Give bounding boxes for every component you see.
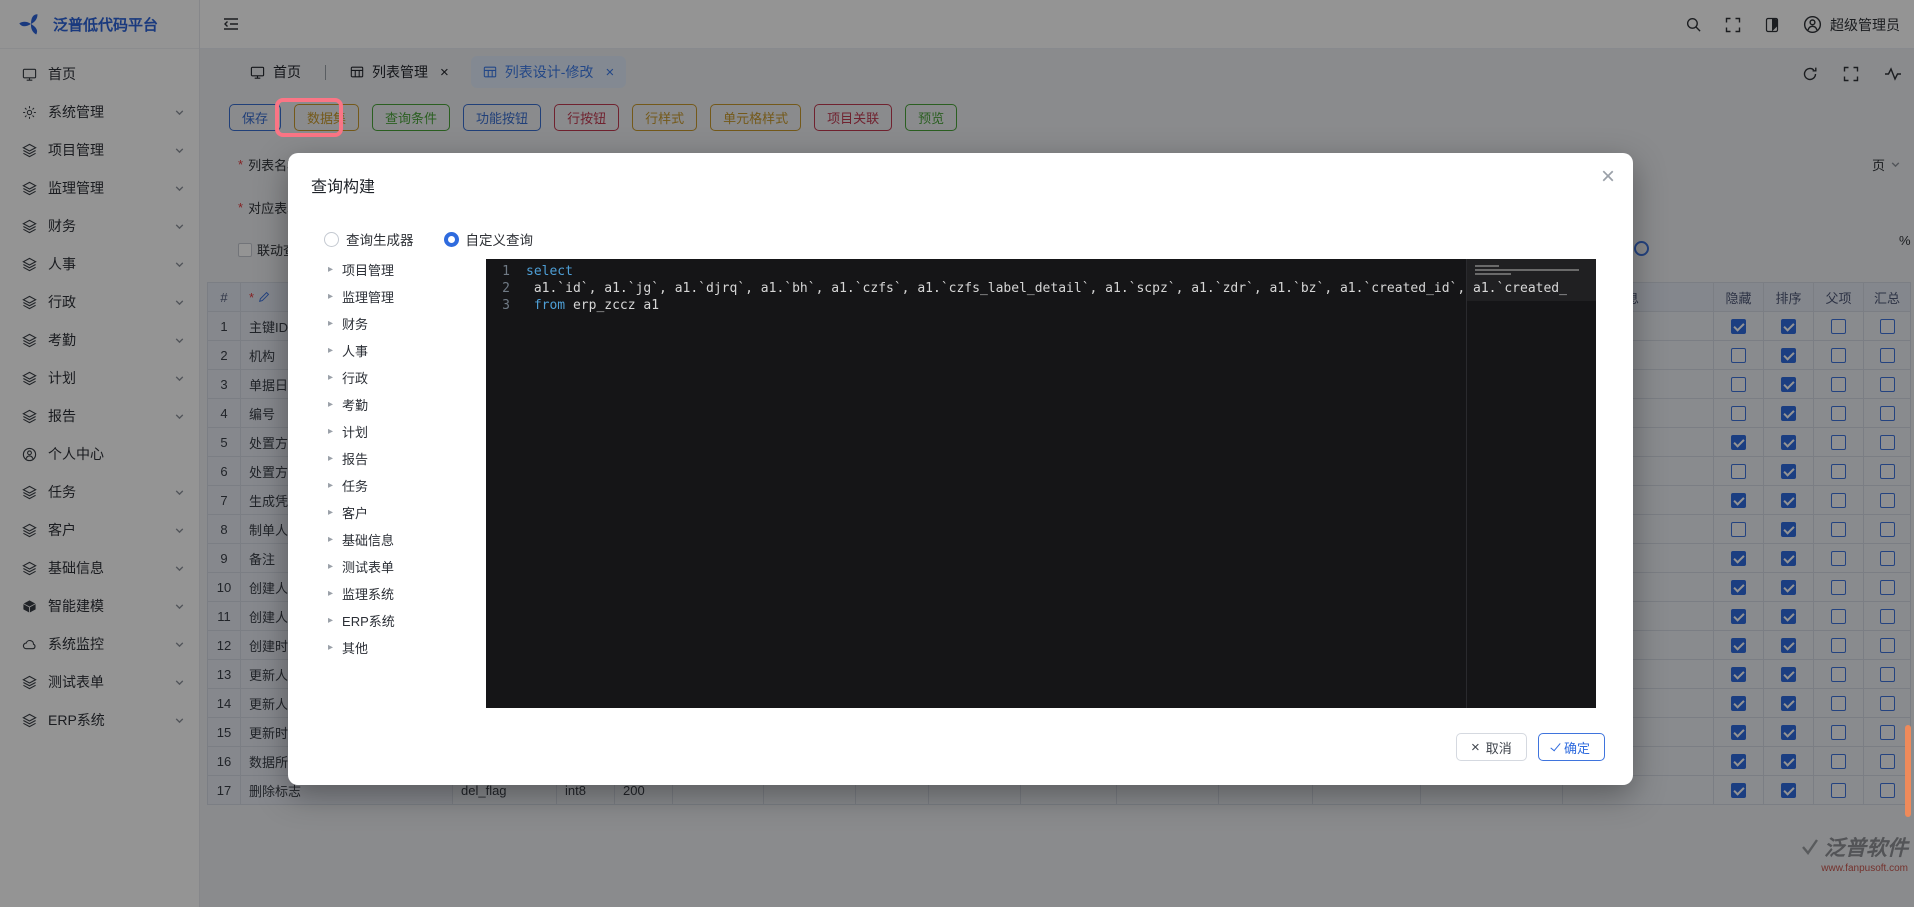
tree-item-label: 任务 bbox=[342, 476, 368, 495]
tree-item-监理系统[interactable]: ▸ 监理系统 bbox=[328, 580, 476, 607]
tree-item-基础信息[interactable]: ▸ 基础信息 bbox=[328, 526, 476, 553]
query-builder-modal: 查询构建 × 查询生成器 自定义查询 ▸ 项目管理 ▸ 监理管理 ▸ 财务 ▸ 人事 ▸ 行政 ▸ 考勤… bbox=[288, 153, 1633, 785]
radio-查询生成器[interactable]: 查询生成器 bbox=[324, 229, 414, 249]
module-tree: ▸项目管理▸监理管理▸财务▸人事▸行政▸考勤▸计划▸报告▸任务▸客户▸基础信息▸… bbox=[328, 256, 476, 661]
caret-right-icon[interactable]: ▸ bbox=[328, 291, 333, 302]
tree-item-label: 计划 bbox=[342, 422, 368, 441]
tree-item-考勤[interactable]: ▸ 考勤 bbox=[328, 391, 476, 418]
sql-code-editor[interactable]: 1select2 a1.`id`, a1.`jg`, a1.`djrq`, a1… bbox=[486, 259, 1596, 708]
caret-right-icon[interactable]: ▸ bbox=[328, 534, 333, 545]
caret-right-icon[interactable]: ▸ bbox=[328, 480, 333, 491]
line-number: 3 bbox=[486, 297, 526, 314]
tree-item-label: 财务 bbox=[342, 314, 368, 333]
tree-item-label: 考勤 bbox=[342, 395, 368, 414]
tree-item-label: 报告 bbox=[342, 449, 368, 468]
cancel-label: 取消 bbox=[1486, 738, 1512, 757]
tree-item-label: 人事 bbox=[342, 341, 368, 360]
tree-item-ERP系统[interactable]: ▸ ERP系统 bbox=[328, 607, 476, 634]
scrollbar-thumb[interactable] bbox=[1905, 725, 1911, 817]
tree-item-label: ERP系统 bbox=[342, 611, 395, 630]
tree-item-label: 客户 bbox=[342, 503, 368, 522]
radio-自定义查询[interactable]: 自定义查询 bbox=[444, 229, 534, 249]
confirm-button[interactable]: 确定 bbox=[1538, 733, 1605, 761]
cancel-button[interactable]: × 取消 bbox=[1456, 733, 1527, 761]
code-text: select bbox=[526, 263, 573, 280]
caret-right-icon[interactable]: ▸ bbox=[328, 399, 333, 410]
close-icon: × bbox=[1471, 740, 1480, 755]
line-number: 2 bbox=[486, 280, 526, 297]
tree-item-label: 其他 bbox=[342, 638, 368, 657]
tree-item-label: 监理管理 bbox=[342, 287, 394, 306]
line-number: 1 bbox=[486, 263, 526, 280]
radio-dot bbox=[324, 232, 339, 247]
caret-right-icon[interactable]: ▸ bbox=[328, 318, 333, 329]
tree-item-其他[interactable]: ▸ 其他 bbox=[328, 634, 476, 661]
confirm-label: 确定 bbox=[1564, 738, 1590, 757]
tree-item-项目管理[interactable]: ▸ 项目管理 bbox=[328, 256, 476, 283]
tree-item-label: 测试表单 bbox=[342, 557, 394, 576]
tree-item-label: 行政 bbox=[342, 368, 368, 387]
tree-item-行政[interactable]: ▸ 行政 bbox=[328, 364, 476, 391]
tree-item-label: 项目管理 bbox=[342, 260, 394, 279]
tree-item-报告[interactable]: ▸ 报告 bbox=[328, 445, 476, 472]
caret-right-icon[interactable]: ▸ bbox=[328, 453, 333, 464]
tree-item-测试表单[interactable]: ▸ 测试表单 bbox=[328, 553, 476, 580]
code-line: 3 from erp_zccz a1 bbox=[486, 297, 1596, 314]
caret-right-icon[interactable]: ▸ bbox=[328, 507, 333, 518]
radio-label: 自定义查询 bbox=[466, 229, 534, 249]
caret-right-icon[interactable]: ▸ bbox=[328, 372, 333, 383]
tree-item-财务[interactable]: ▸ 财务 bbox=[328, 310, 476, 337]
radio-dot bbox=[444, 232, 459, 247]
tree-item-计划[interactable]: ▸ 计划 bbox=[328, 418, 476, 445]
code-text: from erp_zccz a1 bbox=[526, 297, 659, 314]
code-lines: 1select2 a1.`id`, a1.`jg`, a1.`djrq`, a1… bbox=[486, 263, 1596, 314]
caret-right-icon[interactable]: ▸ bbox=[328, 345, 333, 356]
caret-right-icon[interactable]: ▸ bbox=[328, 426, 333, 437]
tree-item-label: 监理系统 bbox=[342, 584, 394, 603]
caret-right-icon[interactable]: ▸ bbox=[328, 561, 333, 572]
tree-item-监理管理[interactable]: ▸ 监理管理 bbox=[328, 283, 476, 310]
code-text: a1.`id`, a1.`jg`, a1.`djrq`, a1.`bh`, a1… bbox=[526, 280, 1567, 297]
tree-item-客户[interactable]: ▸ 客户 bbox=[328, 499, 476, 526]
app-root: 泛普低代码平台 首页系统管理项目管理监理管理财务人事行政考勤计划报告个人中心任务… bbox=[0, 0, 1914, 907]
caret-right-icon[interactable]: ▸ bbox=[328, 642, 333, 653]
radio-label: 查询生成器 bbox=[346, 229, 414, 249]
tree-item-label: 基础信息 bbox=[342, 530, 394, 549]
code-line: 2 a1.`id`, a1.`jg`, a1.`djrq`, a1.`bh`, … bbox=[486, 280, 1596, 297]
code-line: 1select bbox=[486, 263, 1596, 280]
caret-right-icon[interactable]: ▸ bbox=[328, 264, 333, 275]
caret-right-icon[interactable]: ▸ bbox=[328, 588, 333, 599]
tree-item-任务[interactable]: ▸ 任务 bbox=[328, 472, 476, 499]
query-mode-radios: 查询生成器 自定义查询 bbox=[324, 229, 533, 249]
caret-right-icon[interactable]: ▸ bbox=[328, 615, 333, 626]
close-icon[interactable]: × bbox=[1601, 165, 1615, 189]
check-icon bbox=[1550, 740, 1560, 751]
editor-minimap[interactable] bbox=[1466, 259, 1596, 708]
modal-title: 查询构建 bbox=[311, 173, 375, 197]
tree-item-人事[interactable]: ▸ 人事 bbox=[328, 337, 476, 364]
